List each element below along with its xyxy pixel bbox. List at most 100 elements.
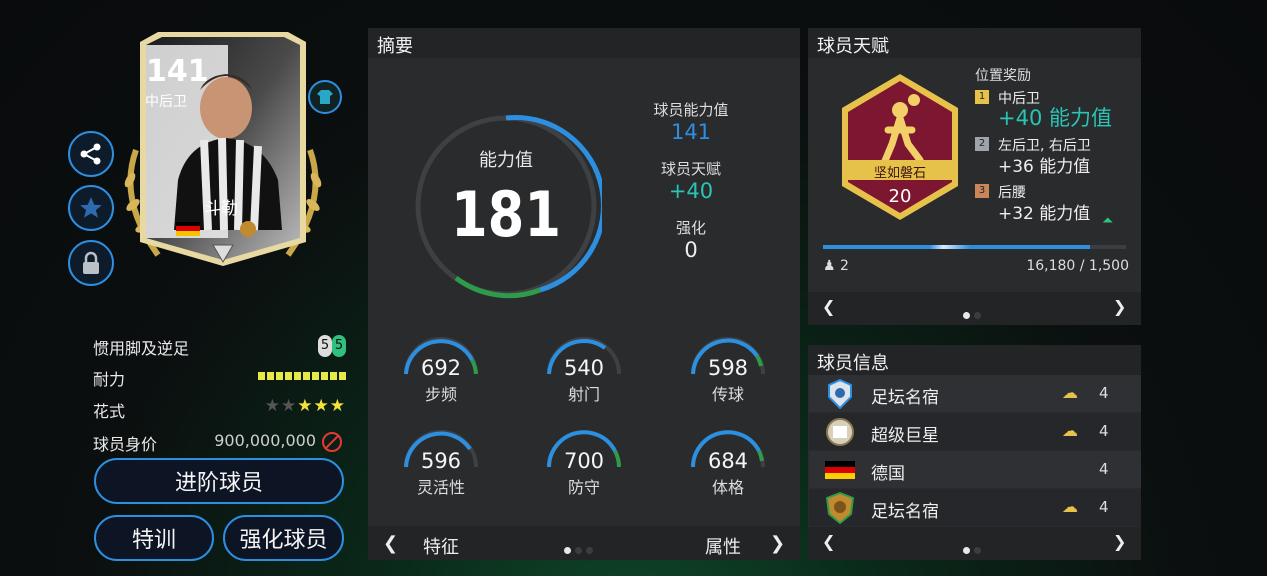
talent-badge-name: 坚如磐石 xyxy=(873,166,926,181)
talent-progress-track xyxy=(823,245,1126,249)
info-row-label: 足坛名宿 xyxy=(871,502,939,522)
talent-next-arrow[interactable]: ❯ xyxy=(1113,297,1126,316)
info-row-num: 4 xyxy=(1099,460,1109,478)
stat-passing-value: 598 xyxy=(707,356,749,380)
stamina-label: 耐力 xyxy=(93,370,126,389)
info-row-label: 超级巨星 xyxy=(871,426,939,446)
info-row-num: 4 xyxy=(1099,384,1109,402)
stamina-row: 耐力 xyxy=(93,366,346,390)
talent-value: +40 xyxy=(668,179,714,203)
bonus-rank-1: 1 xyxy=(975,90,989,104)
favorite-icon: ☁ xyxy=(1062,497,1078,516)
upgrade-chevron-icon: ⏶ xyxy=(1102,213,1114,229)
stat-dribbling-name: 灵活性 xyxy=(416,478,465,497)
stat-physical-value: 684 xyxy=(707,449,749,473)
info-row-num: 4 xyxy=(1099,422,1109,440)
summary-footer-left[interactable]: 特征 xyxy=(423,533,459,559)
talent-label: 球员天赋 xyxy=(660,160,721,178)
card-rating: 141 xyxy=(146,54,209,89)
lock-icon[interactable] xyxy=(68,240,114,286)
player-count-icon: ♟ xyxy=(823,258,836,274)
summary-footer-right[interactable]: 属性 xyxy=(705,533,741,559)
talent-page-dots xyxy=(961,304,983,323)
enhance-value: 0 xyxy=(684,238,698,262)
legend-badge-icon xyxy=(828,379,852,409)
stat-physical-name: 体格 xyxy=(711,478,744,497)
favorite-icon: ☁ xyxy=(1062,383,1078,402)
star-icon[interactable] xyxy=(68,185,114,231)
stat-dribbling: 596 灵活性 xyxy=(396,429,486,499)
stat-shooting-name: 射门 xyxy=(567,385,600,404)
stat-pace-value: 692 xyxy=(420,356,462,380)
info-row-legend[interactable]: 足坛名宿 ☁ 4 xyxy=(809,375,1141,412)
card-player-name: 斗勒 xyxy=(204,199,238,219)
kit-icon[interactable] xyxy=(308,80,342,114)
stat-defending: 700 防守 xyxy=(539,429,629,499)
stamina-bar xyxy=(258,372,346,380)
advance-player-button[interactable]: 进阶球员 xyxy=(94,458,344,504)
info-row-num: 4 xyxy=(1099,498,1109,516)
info-row-club-legend[interactable]: 足坛名宿 ☁ 4 xyxy=(809,489,1141,526)
stat-passing-name: 传球 xyxy=(711,385,744,404)
info-page-dots xyxy=(961,539,983,558)
bonus-value-2: +36 能力值 xyxy=(998,157,1091,177)
summary-title: 摘要 xyxy=(368,28,800,58)
ovr-label: 能力值 xyxy=(479,150,533,171)
stat-pace: 692 步频 xyxy=(396,336,486,406)
info-title: 球员信息 xyxy=(808,345,1141,375)
club-legend-badge-icon xyxy=(825,492,855,524)
stat-shooting: 540 射门 xyxy=(539,336,629,406)
skill-stars: ★★★★★ xyxy=(264,396,346,416)
enhance-player-button[interactable]: 强化球员 xyxy=(223,515,344,561)
bonus-value-3: +32 能力值 xyxy=(998,204,1091,224)
stat-physical: 684 体格 xyxy=(683,429,773,499)
bonus-rank-2: 2 xyxy=(975,137,989,151)
player-ovr-value: 141 xyxy=(670,120,712,144)
bonus-value-1: +40 能力值 xyxy=(998,106,1112,130)
ovr-value: 181 xyxy=(450,178,561,251)
weak-foot-row: 惯用脚及逆足 5 5 xyxy=(93,335,346,359)
skill-moves-row: 花式 ★★★★★ xyxy=(93,396,346,422)
info-prev-arrow[interactable]: ❮ xyxy=(822,532,835,551)
share-icon[interactable] xyxy=(68,131,114,177)
position-bonus-title: 位置奖励 xyxy=(975,68,1031,84)
player-value: 900,000,000 xyxy=(214,431,316,450)
info-next-arrow[interactable]: ❯ xyxy=(1113,532,1126,551)
talent-progress-fill xyxy=(823,245,1090,249)
info-row-superstar[interactable]: 超级巨星 ☁ 4 xyxy=(809,413,1141,450)
talent-progress-text: 16,180 / 1,500 xyxy=(1026,258,1129,274)
talent-count: ♟ 2 xyxy=(823,258,849,274)
talent-prev-arrow[interactable]: ❮ xyxy=(822,297,835,316)
skill-moves-label: 花式 xyxy=(93,402,126,421)
strong-foot-value: 5 xyxy=(318,335,332,357)
stat-dribbling-value: 596 xyxy=(420,449,462,473)
summary-prev-arrow[interactable]: ❮ xyxy=(383,533,398,554)
training-button[interactable]: 特训 xyxy=(94,515,214,561)
weak-foot-value: 5 xyxy=(332,335,346,357)
talent-badge-level: 20 xyxy=(888,186,912,207)
stat-defending-name: 防守 xyxy=(567,478,600,497)
stat-pace-name: 步频 xyxy=(424,385,457,404)
talent-title: 球员天赋 xyxy=(808,28,1141,58)
value-label: 球员身价 xyxy=(93,435,158,454)
value-row: 球员身价 900,000,000 xyxy=(93,431,346,455)
summary-page-dots xyxy=(562,539,595,558)
enhance-label: 强化 xyxy=(675,219,706,237)
no-trade-icon xyxy=(322,432,342,452)
stat-defending-value: 700 xyxy=(563,449,605,473)
card-position: 中后卫 xyxy=(145,94,187,110)
superstar-badge-icon xyxy=(826,418,854,446)
bonus-rank-3: 3 xyxy=(975,184,989,198)
favorite-icon: ☁ xyxy=(1062,421,1078,440)
summary-next-arrow[interactable]: ❯ xyxy=(770,533,785,554)
talent-count-value: 2 xyxy=(840,258,849,274)
info-row-label: 足坛名宿 xyxy=(871,388,939,408)
stat-shooting-value: 540 xyxy=(563,356,605,380)
player-ovr-label: 球员能力值 xyxy=(653,101,729,119)
germany-flag xyxy=(825,461,855,479)
stat-passing: 598 传球 xyxy=(683,336,773,406)
weak-foot-label: 惯用脚及逆足 xyxy=(93,339,190,358)
info-row-label: 德国 xyxy=(871,464,905,484)
info-row-nation[interactable]: 德国 4 xyxy=(809,451,1141,488)
player-card[interactable]: 141 中后卫 斗勒 xyxy=(118,30,328,270)
